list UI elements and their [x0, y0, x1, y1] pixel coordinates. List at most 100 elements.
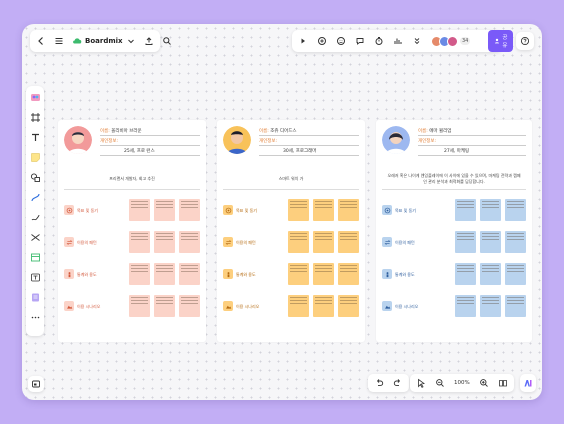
ai-assistant-button[interactable]	[520, 374, 536, 392]
sticky-note[interactable]	[129, 231, 150, 253]
sticky-note[interactable]	[338, 231, 359, 253]
sticky-note[interactable]	[154, 263, 175, 285]
brand-menu[interactable]: Boardmix	[72, 36, 136, 46]
sticky-note[interactable]	[313, 295, 334, 317]
text-box-icon[interactable]	[30, 272, 41, 283]
persona-info: 25세, 프로 런스	[124, 149, 155, 154]
person-icon	[382, 269, 392, 279]
emoji-icon[interactable]	[336, 36, 346, 46]
sticky-note[interactable]	[455, 199, 476, 221]
row-label: 통계와 용도	[395, 271, 415, 277]
text-icon[interactable]	[30, 132, 41, 143]
persona-row: 이용의 패턴	[223, 230, 359, 254]
shape-icon[interactable]	[30, 172, 41, 183]
help-button[interactable]	[516, 32, 534, 50]
sticky-note[interactable]	[338, 295, 359, 317]
book-icon[interactable]	[498, 378, 508, 388]
sticky-note[interactable]	[179, 295, 200, 317]
zoom-level[interactable]: 100%	[454, 380, 470, 386]
sticky-group	[455, 199, 526, 221]
sticky-note[interactable]	[505, 263, 526, 285]
target-icon	[382, 205, 392, 215]
sticky-note-icon[interactable]	[30, 152, 41, 163]
sticky-note[interactable]	[179, 231, 200, 253]
mindmap-icon[interactable]	[30, 232, 41, 243]
collaborator-avatars[interactable]: 34	[431, 35, 471, 47]
top-right-toolbar: 34 공유	[292, 30, 514, 52]
zoom-out-icon[interactable]	[435, 378, 445, 388]
sticky-note[interactable]	[313, 199, 334, 221]
share-button[interactable]: 공유	[488, 30, 514, 52]
history-controls	[368, 374, 409, 392]
persona-summary: 오래저 혹은 나이게 엔잉플레이에 이 사이에 있을 수 있으며, 마케팅 전략…	[382, 168, 526, 190]
persona-row: 이용의 패턴	[382, 230, 526, 254]
undo-icon[interactable]	[374, 378, 384, 388]
more-icon[interactable]	[30, 312, 41, 323]
comment-icon[interactable]	[355, 36, 365, 46]
app-window: Boardmix 34 공유 이름: 올리비아 브라운 개인정보: 25세, 프…	[22, 24, 542, 400]
vote-icon[interactable]	[393, 36, 403, 46]
sticky-note[interactable]	[480, 231, 501, 253]
sticky-group	[455, 231, 526, 253]
sticky-note[interactable]	[505, 199, 526, 221]
sticky-note[interactable]	[455, 231, 476, 253]
persona-info: 30세, 프로그래머	[283, 149, 317, 154]
frame-icon[interactable]	[30, 112, 41, 123]
cloud-logo-icon	[72, 36, 82, 46]
minimap-button[interactable]	[28, 376, 44, 392]
divider	[418, 135, 526, 136]
sticky-note[interactable]	[313, 231, 334, 253]
persona-name: 이름: 조쥬 디어드스	[259, 129, 297, 134]
zoom-controls: 100%	[410, 374, 514, 392]
more-tools-icon[interactable]	[412, 36, 422, 46]
sticky-note[interactable]	[338, 199, 359, 221]
sticky-note[interactable]	[313, 263, 334, 285]
document-icon[interactable]	[30, 292, 41, 303]
sticky-note[interactable]	[338, 263, 359, 285]
sticky-note[interactable]	[129, 295, 150, 317]
sticky-note[interactable]	[480, 199, 501, 221]
persona-row: 통계와 용도	[223, 262, 359, 286]
sticky-note[interactable]	[505, 295, 526, 317]
persona-board-3[interactable]: 이름: 에마 윌리엄 개인정보: 27세, 마케팅 오래저 혹은 나이게 엔잉플…	[376, 120, 532, 342]
back-icon[interactable]	[36, 36, 46, 46]
menu-icon[interactable]	[54, 36, 64, 46]
sticky-note[interactable]	[154, 295, 175, 317]
row-label: 통계와 용도	[236, 271, 256, 277]
sticky-note[interactable]	[154, 199, 175, 221]
sticky-note[interactable]	[179, 199, 200, 221]
table-icon[interactable]	[30, 252, 41, 263]
sticky-note[interactable]	[288, 263, 309, 285]
row-label: 이용의 패턴	[236, 239, 256, 245]
add-circle-icon[interactable]	[317, 36, 327, 46]
connector-icon[interactable]	[30, 192, 41, 203]
pen-icon[interactable]	[30, 212, 41, 223]
cursor-icon[interactable]	[416, 378, 426, 388]
zoom-in-icon[interactable]	[479, 378, 489, 388]
sticky-note[interactable]	[480, 295, 501, 317]
ai-logo-icon	[523, 378, 533, 388]
sticky-note[interactable]	[480, 263, 501, 285]
sticky-note[interactable]	[455, 295, 476, 317]
sticky-note[interactable]	[288, 231, 309, 253]
sticky-note[interactable]	[129, 263, 150, 285]
search-icon[interactable]	[162, 36, 172, 46]
redo-icon[interactable]	[393, 378, 403, 388]
persona-board-1[interactable]: 이름: 올리비아 브라운 개인정보: 25세, 프로 런스 프리랜서 개발자, …	[58, 120, 206, 342]
play-icon[interactable]	[298, 36, 308, 46]
sticky-note[interactable]	[179, 263, 200, 285]
sticky-note[interactable]	[129, 199, 150, 221]
timer-icon[interactable]	[374, 36, 384, 46]
sticky-note[interactable]	[455, 263, 476, 285]
sticky-group	[288, 199, 359, 221]
sticky-note[interactable]	[288, 295, 309, 317]
sticky-note[interactable]	[288, 199, 309, 221]
upload-icon[interactable]	[144, 36, 154, 46]
persona-summary: 스마트 워치 가	[223, 168, 359, 190]
sticky-note[interactable]	[505, 231, 526, 253]
sticky-note[interactable]	[154, 231, 175, 253]
persona-board-2[interactable]: 이름: 조쥬 디어드스 개인정보: 30세, 프로그래머 스마트 워치 가 목표…	[217, 120, 365, 342]
persona-info-label: 개인정보:	[100, 139, 119, 144]
templates-icon[interactable]	[30, 92, 41, 103]
persona-row: 이용 시나리오	[223, 294, 359, 318]
